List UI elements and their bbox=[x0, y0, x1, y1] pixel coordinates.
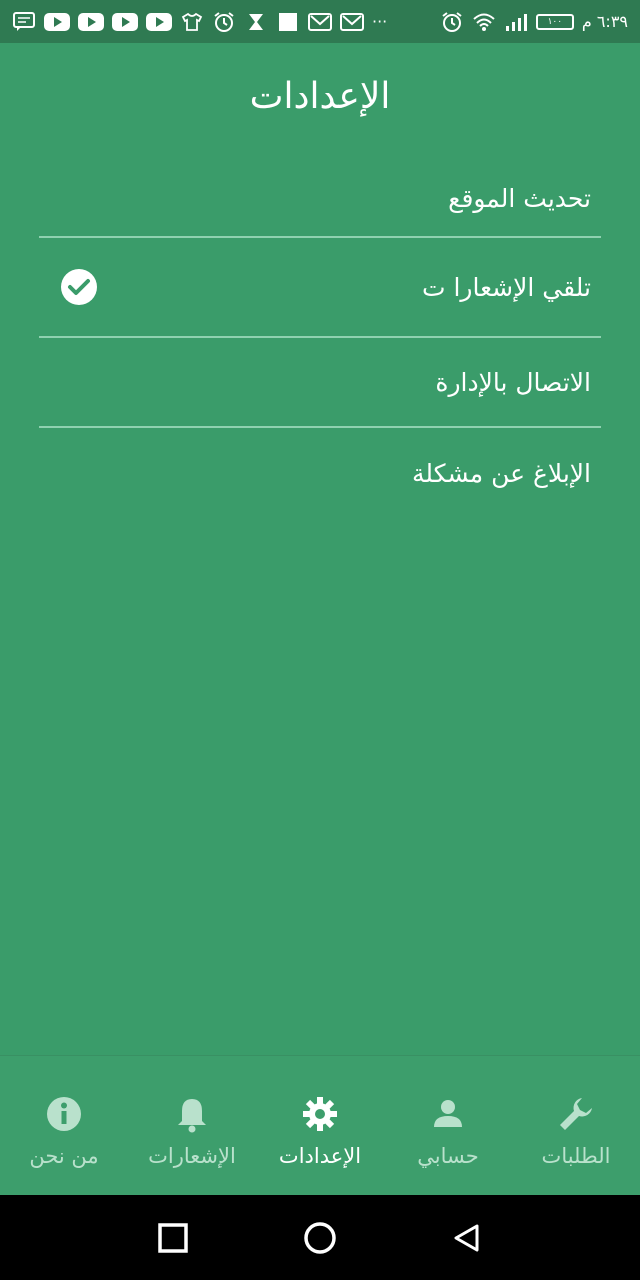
check-circle-icon[interactable] bbox=[61, 269, 97, 305]
alarm-icon bbox=[440, 11, 464, 32]
recents-button[interactable] bbox=[153, 1218, 193, 1258]
youtube-icon bbox=[78, 12, 104, 31]
square-icon bbox=[276, 12, 300, 32]
status-bar: ··· ١٠٠ ٦:٣٩ م bbox=[0, 0, 640, 43]
bell-icon bbox=[172, 1094, 212, 1134]
bottom-nav: الطلبات حسابي الإعدادات الإشعارات من نحن bbox=[0, 1055, 640, 1195]
home-button[interactable] bbox=[300, 1218, 340, 1258]
settings-item-receive-notifications[interactable]: تلقي الإشعارا ت bbox=[39, 238, 601, 338]
wifi-icon bbox=[472, 12, 496, 32]
nav-item-account[interactable]: حسابي bbox=[384, 1056, 512, 1195]
settings-item-label: تحديث الموقع bbox=[448, 183, 591, 213]
page-title: الإعدادات bbox=[249, 76, 391, 117]
mail-icon bbox=[308, 12, 332, 32]
nav-label: من نحن bbox=[29, 1144, 99, 1168]
battery-icon: ١٠٠ bbox=[535, 13, 574, 30]
nav-item-notifications[interactable]: الإشعارات bbox=[128, 1056, 256, 1195]
back-button[interactable] bbox=[447, 1218, 487, 1258]
settings-item-label: الاتصال بالإدارة bbox=[435, 367, 591, 397]
nav-label: الطلبات bbox=[541, 1144, 611, 1168]
system-nav-bar bbox=[0, 1195, 640, 1280]
system-icons: ١٠٠ ٦:٣٩ م bbox=[440, 11, 628, 32]
info-icon bbox=[44, 1094, 84, 1134]
wrench-icon bbox=[556, 1094, 596, 1134]
nav-label: الإعدادات bbox=[278, 1144, 362, 1168]
hourglass-icon bbox=[244, 12, 268, 32]
signal-icon bbox=[504, 12, 528, 32]
person-icon bbox=[428, 1094, 468, 1134]
nav-label: الإشعارات bbox=[148, 1144, 236, 1168]
gear-icon bbox=[300, 1094, 340, 1134]
settings-item-contact-admin[interactable]: الاتصال بالإدارة bbox=[39, 338, 601, 428]
youtube-icon bbox=[112, 12, 138, 31]
youtube-icon bbox=[44, 12, 70, 31]
youtube-icon bbox=[146, 12, 172, 31]
message-icon bbox=[12, 11, 36, 32]
shirt-icon bbox=[180, 12, 204, 32]
notification-icons: ··· bbox=[12, 11, 388, 32]
nav-label: حسابي bbox=[417, 1144, 479, 1168]
settings-item-report-problem[interactable]: الإبلاغ عن مشكلة bbox=[39, 428, 601, 518]
nav-item-settings[interactable]: الإعدادات bbox=[256, 1056, 384, 1195]
nav-item-requests[interactable]: الطلبات bbox=[512, 1056, 640, 1195]
settings-item-update-location[interactable]: تحديث الموقع bbox=[39, 160, 601, 238]
settings-list: تحديث الموقع تلقي الإشعارا ت الاتصال بال… bbox=[39, 160, 601, 518]
settings-item-label: الإبلاغ عن مشكلة bbox=[411, 458, 591, 488]
nav-item-about[interactable]: من نحن bbox=[0, 1056, 128, 1195]
alarm-icon bbox=[212, 11, 236, 32]
status-time: ٦:٣٩ م bbox=[581, 12, 628, 31]
settings-item-label: تلقي الإشعارا ت bbox=[422, 272, 591, 302]
more-notifications: ··· bbox=[372, 12, 388, 31]
mail-icon bbox=[340, 12, 364, 32]
